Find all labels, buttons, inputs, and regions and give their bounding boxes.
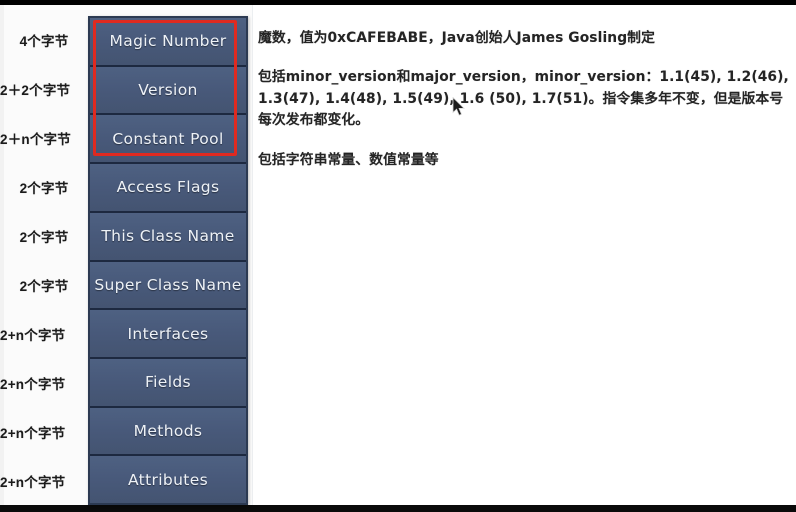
letterbox-bar-bottom bbox=[0, 505, 796, 512]
note-magic-number: 魔数，值为0xCAFEBABE，Java创始人James Gosling制定 bbox=[258, 30, 655, 46]
structure-row-magic-number[interactable]: Magic Number bbox=[90, 18, 246, 67]
structure-row-interfaces[interactable]: Interfaces bbox=[90, 310, 246, 359]
structure-row-version[interactable]: Version bbox=[90, 66, 246, 116]
structure-row-fields[interactable]: Fields bbox=[90, 358, 246, 408]
explanation-notes: 魔数，值为0xCAFEBABE，Java创始人James Gosling制定 包… bbox=[258, 28, 792, 171]
size-label-fields: 2+n个字节 bbox=[0, 376, 66, 392]
structure-row-methods[interactable]: Methods bbox=[90, 407, 246, 457]
size-label-constant-pool: 2＋n个字节 bbox=[0, 132, 71, 148]
structure-row-access-flags[interactable]: Access Flags bbox=[90, 164, 246, 213]
class-file-structure-stack: Magic Number Version Constant Pool Acces… bbox=[88, 16, 248, 505]
size-label-version: 2＋2个字节 bbox=[0, 83, 71, 99]
size-label-attributes: 2+n个字节 bbox=[0, 474, 66, 490]
slide-screen: 4个字节 2＋2个字节 2＋n个字节 2个字节 2个字节 2个字节 2+n个字节… bbox=[0, 0, 796, 512]
size-label-methods: 2+n个字节 bbox=[0, 425, 66, 441]
size-label-super-class-name: 2个字节 bbox=[19, 278, 69, 294]
structure-row-attributes[interactable]: Attributes bbox=[90, 456, 246, 504]
size-label-interfaces: 2+n个字节 bbox=[0, 327, 66, 343]
size-label-column: 4个字节 2＋2个字节 2＋n个字节 2个字节 2个字节 2个字节 2+n个字节… bbox=[0, 16, 88, 505]
structure-row-this-class-name[interactable]: This Class Name bbox=[90, 212, 246, 262]
size-label-this-class-name: 2个字节 bbox=[19, 230, 69, 246]
size-label-magic-number: 4个字节 bbox=[19, 34, 69, 50]
note-constant-pool: 包括字符串常量、数值常量等 bbox=[258, 151, 439, 168]
structure-row-constant-pool[interactable]: Constant Pool bbox=[90, 115, 246, 165]
note-version: 包括minor_version和major_version，minor_vers… bbox=[258, 69, 789, 129]
size-label-access-flags: 2个字节 bbox=[19, 181, 69, 197]
structure-row-super-class-name[interactable]: Super Class Name bbox=[90, 261, 246, 311]
